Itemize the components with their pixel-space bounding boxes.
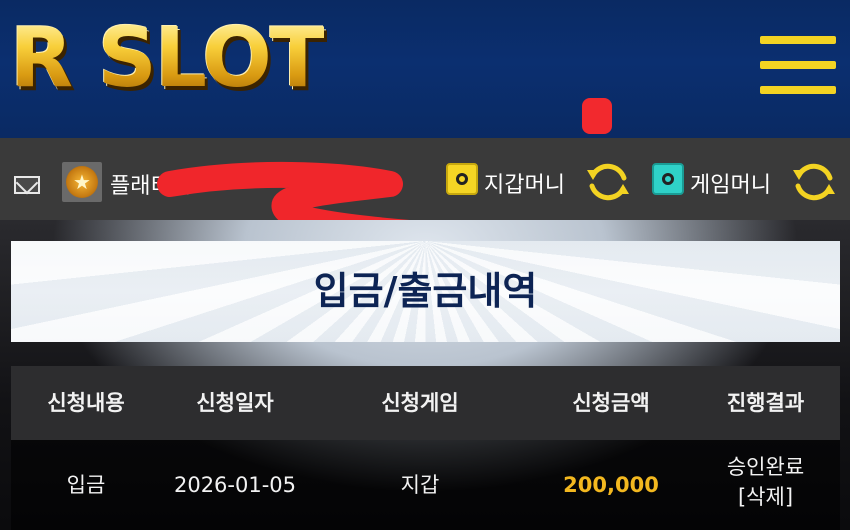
game-money-label: 게임머니 <box>690 173 771 198</box>
title-panel: 입금/출금내역 <box>11 241 840 342</box>
wallet-refresh-icon[interactable] <box>584 158 632 206</box>
column-header-date: 신청일자 <box>196 391 274 415</box>
column-header-amount: 신청금액 <box>572 391 650 415</box>
wallet-safe-icon <box>446 163 478 195</box>
wallet-money-label: 지갑머니 <box>484 173 565 198</box>
username-label: 플래티넘 <box>110 174 191 199</box>
cell-amount: 200,000 <box>563 473 659 497</box>
hamburger-icon[interactable] <box>760 36 836 96</box>
notification-dot <box>582 98 612 134</box>
rank-badge-icon: ★ <box>62 162 102 202</box>
table-row: 입금 2026-01-05 지갑 200,000 승인완료 [삭제] <box>11 440 840 530</box>
cell-type: 입금 <box>66 473 106 497</box>
game-refresh-icon[interactable] <box>790 158 838 206</box>
top-header: R SLOT <box>0 0 850 138</box>
delete-link[interactable]: [삭제] <box>691 482 840 512</box>
mail-icon[interactable] <box>14 176 40 194</box>
game-safe-icon <box>652 163 684 195</box>
cell-date: 2026-01-05 <box>173 473 297 497</box>
column-header-game: 신청게임 <box>381 391 459 415</box>
status-text: 승인완료 <box>726 455 805 479</box>
site-logo[interactable]: R SLOT <box>10 18 326 100</box>
cell-game: 지갑 <box>400 473 440 497</box>
page-title: 입금/출금내역 <box>313 269 538 313</box>
cell-status: 승인완료 [삭제] <box>691 452 840 512</box>
column-header-status: 진행결과 <box>726 391 805 415</box>
table-header: 신청내용 신청일자 신청게임 신청금액 진행결과 <box>11 366 840 440</box>
column-header-type: 신청내용 <box>47 391 125 415</box>
